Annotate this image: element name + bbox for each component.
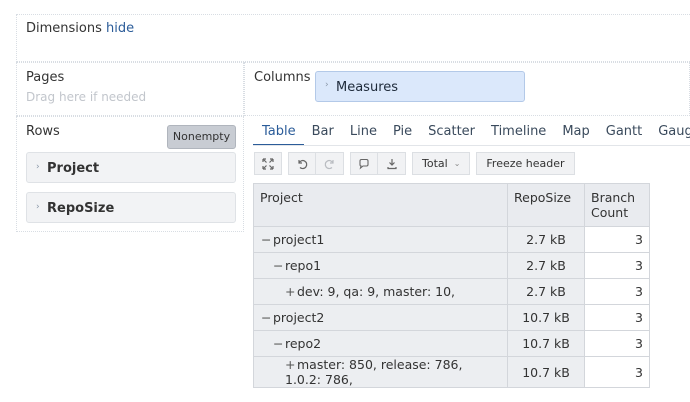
row-header-cell[interactable]: − project1 [253,226,508,253]
branch-count-cell: 3 [584,226,650,253]
dimensions-panel: Dimensions hide [16,14,690,62]
tab-table[interactable]: Table [253,124,304,146]
branch-count-cell: 3 [584,252,650,279]
reposize-cell: 10.7 kB [507,304,585,331]
table-row: − project2 10.7 kB 3 [253,304,650,331]
chevron-down-icon: ⌄ [453,159,461,168]
table-header-row: Project RepoSize Branch Count [253,183,650,227]
tab-line[interactable]: Line [342,124,385,146]
reposize-cell: 2.7 kB [507,278,585,305]
reposize-chip-label: RepoSize [47,201,115,216]
table-row: + master: 850, release: 786, 1.0.2: 786, … [253,356,650,388]
row-label: master: 850, release: 786, 1.0.2: 786, [285,357,463,387]
tab-timeline[interactable]: Timeline [483,124,554,146]
row-header-cell[interactable]: + master: 850, release: 786, 1.0.2: 786, [253,356,508,388]
pages-hint: Drag here if needed [26,90,147,104]
reposize-column-header[interactable]: RepoSize [507,183,585,227]
undo-icon [298,159,308,169]
table-row: − repo1 2.7 kB 3 [253,252,650,279]
export-button[interactable] [378,152,406,175]
collapse-icon[interactable]: − [273,258,285,273]
project-row-chip[interactable]: › Project [26,152,236,183]
row-header-cell[interactable]: + dev: 9, qa: 9, master: 10, [253,278,508,305]
columns-drop-zone[interactable]: Columns › Measures [244,62,690,116]
tab-pie[interactable]: Pie [385,124,420,146]
row-header-cell[interactable]: − project2 [253,304,508,331]
comment-button[interactable] [350,152,378,175]
total-dropdown[interactable]: Total ⌄ [412,152,471,175]
expand-button[interactable] [254,152,282,175]
row-header-cell[interactable]: − repo2 [253,330,508,357]
row-label: repo1 [285,258,322,273]
pages-drop-zone[interactable]: Pages Drag here if needed [16,62,244,116]
reposize-cell: 10.7 kB [507,330,585,357]
measures-chip[interactable]: › Measures [315,71,525,102]
tabs-divider [253,145,690,146]
table-row: − repo2 10.7 kB 3 [253,330,650,357]
collapse-icon[interactable]: − [261,310,273,325]
branch-count-cell: 3 [584,330,650,357]
columns-title: Columns [254,70,311,85]
row-label: dev: 9, qa: 9, master: 10, [297,284,456,299]
project-chip-label: Project [47,161,100,176]
collapse-icon[interactable]: − [273,336,285,351]
hide-dimensions-link[interactable]: hide [106,21,134,36]
tab-map[interactable]: Map [554,124,597,146]
freeze-header-button[interactable]: Freeze header [476,152,575,175]
total-label: Total [422,157,448,170]
tab-scatter[interactable]: Scatter [420,124,483,146]
table-toolbar: Total ⌄ Freeze header [254,152,581,176]
chevron-right-icon: › [36,202,40,212]
row-label: project2 [273,310,325,325]
export-icon [386,158,397,169]
redo-icon [324,159,334,169]
branch-count-column-header[interactable]: Branch Count [584,183,650,227]
pivot-table: Project RepoSize Branch Count − project1 … [253,183,650,388]
reposize-cell: 2.7 kB [507,226,585,253]
reposize-cell: 2.7 kB [507,252,585,279]
expand-row-icon[interactable]: + [285,357,297,372]
tab-bar[interactable]: Bar [304,124,342,146]
branch-count-cell: 3 [584,278,650,305]
branch-count-cell: 3 [584,356,650,388]
measures-chip-label: Measures [336,80,399,95]
project-column-header[interactable]: Project [253,183,508,227]
rows-drop-zone[interactable]: Rows Nonempty › Project › RepoSize [16,116,244,232]
rows-title: Rows [26,124,60,139]
undo-button[interactable] [288,152,316,175]
reposize-cell: 10.7 kB [507,356,585,388]
dimensions-header: Dimensions hide [26,21,134,36]
reposize-row-chip[interactable]: › RepoSize [26,192,236,223]
chevron-right-icon: › [325,80,329,90]
table-row: + dev: 9, qa: 9, master: 10, 2.7 kB 3 [253,278,650,305]
tab-gauge[interactable]: Gauge [650,124,690,146]
tab-gantt[interactable]: Gantt [598,124,650,146]
table-row: − project1 2.7 kB 3 [253,226,650,253]
dimensions-title: Dimensions [26,21,102,36]
expand-row-icon[interactable]: + [285,284,297,299]
expand-icon [262,157,274,170]
nonempty-button[interactable]: Nonempty [167,125,236,149]
row-label: project1 [273,232,325,247]
collapse-icon[interactable]: − [261,232,273,247]
pages-title: Pages [26,70,65,85]
branch-count-cell: 3 [584,304,650,331]
redo-button[interactable] [316,152,344,175]
comment-icon [359,158,369,169]
row-label: repo2 [285,336,322,351]
row-header-cell[interactable]: − repo1 [253,252,508,279]
chevron-right-icon: › [36,162,40,172]
